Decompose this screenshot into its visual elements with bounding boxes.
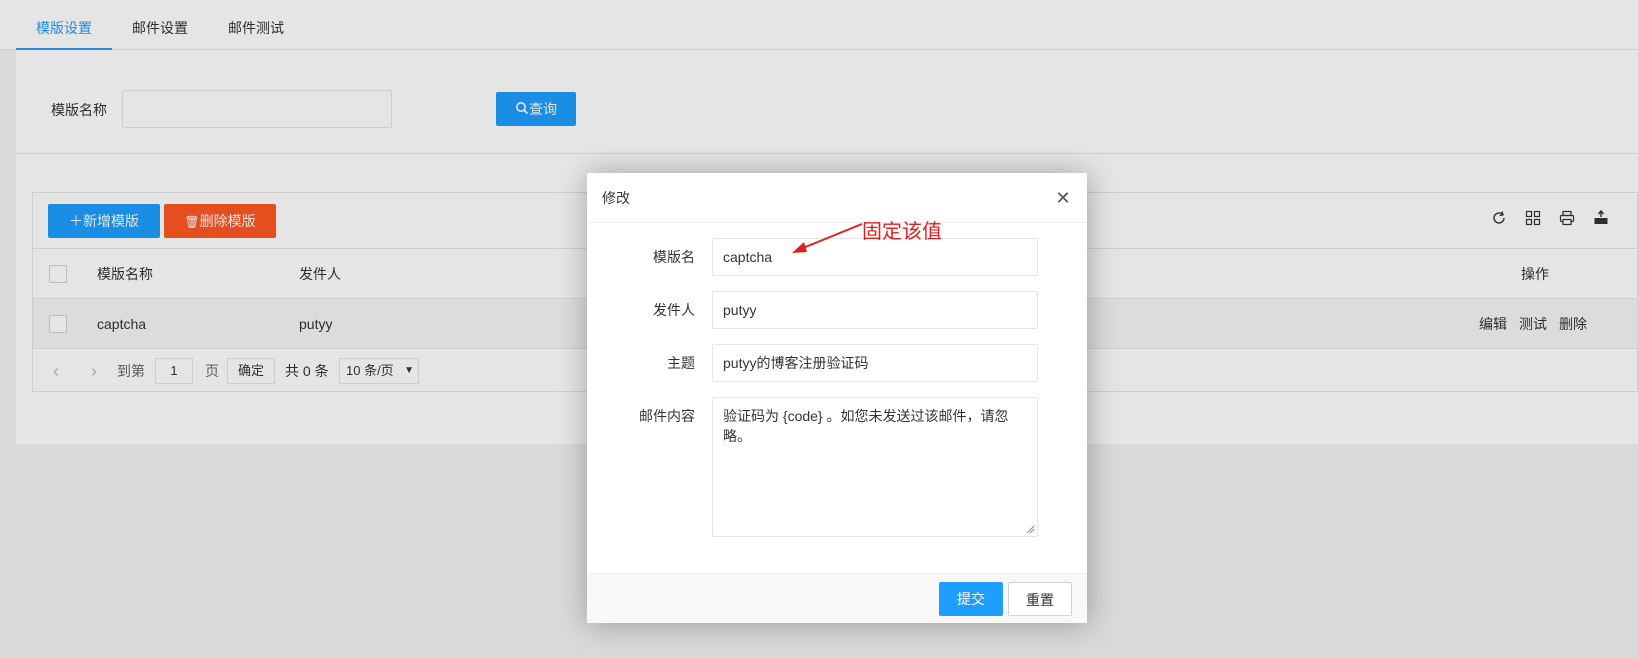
template-name-label: 模版名 bbox=[653, 249, 695, 265]
close-icon[interactable]: ✕ bbox=[1053, 188, 1073, 208]
subject-label: 主题 bbox=[667, 355, 695, 371]
modal-header: 修改 ✕ bbox=[587, 173, 1087, 223]
page: 模版设置 邮件设置 邮件测试 模版名称 查询 ＋新增模版 🗑删除模版 模版名称 … bbox=[0, 0, 1638, 658]
modal-title: 修改 bbox=[602, 190, 630, 206]
submit-button[interactable]: 提交 bbox=[939, 582, 1003, 616]
modal-footer: 提交 重置 bbox=[587, 573, 1087, 623]
sender-label: 发件人 bbox=[653, 302, 695, 318]
sender-input[interactable]: putyy bbox=[712, 291, 1038, 329]
subject-input[interactable]: putyy的博客注册验证码 bbox=[712, 344, 1038, 382]
annotation-arrow-icon bbox=[792, 223, 863, 253]
annotation-text: 固定该值 bbox=[862, 219, 942, 243]
resize-handle-icon[interactable] bbox=[1025, 524, 1035, 534]
content-label: 邮件内容 bbox=[639, 408, 695, 424]
content-textarea[interactable]: 验证码为 {code} 。如您未发送过该邮件，请忽略。 bbox=[712, 397, 1038, 537]
content-text: 验证码为 {code} 。如您未发送过该邮件，请忽略。 bbox=[723, 408, 1009, 444]
reset-button[interactable]: 重置 bbox=[1008, 582, 1072, 616]
